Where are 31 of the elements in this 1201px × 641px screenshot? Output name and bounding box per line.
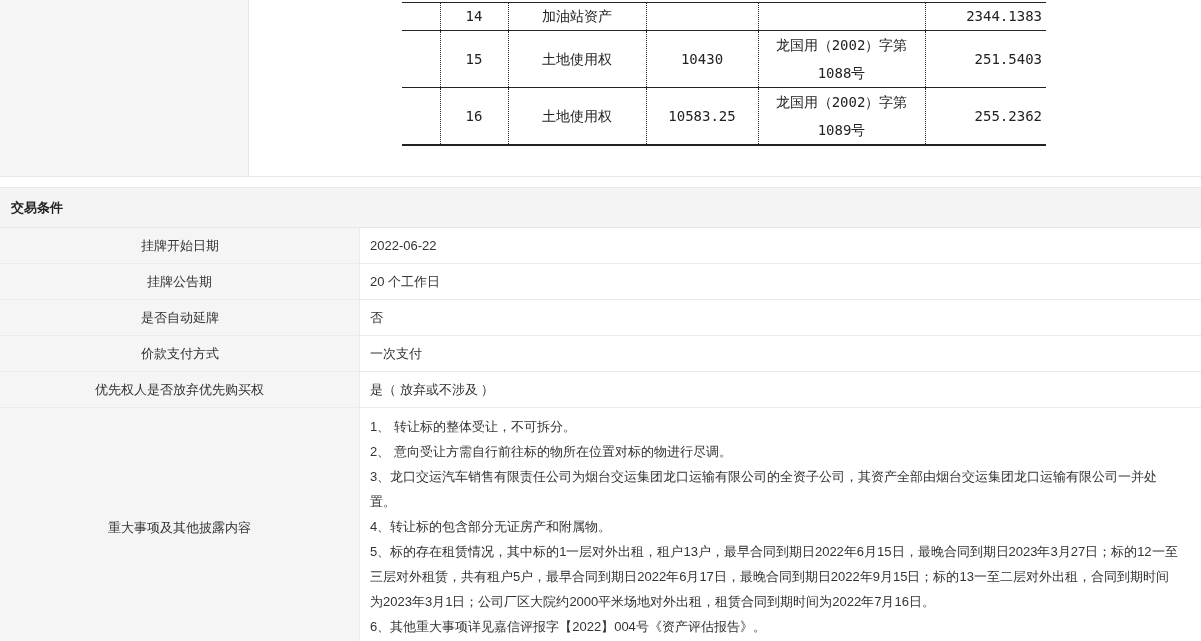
table-cell: 255.2362 bbox=[925, 87, 1046, 145]
table-cell: 土地使用权 bbox=[508, 30, 646, 88]
table-cell: 10430 bbox=[646, 30, 758, 88]
label-cell: 重大事项及其他披露内容 bbox=[0, 408, 360, 641]
table-cell: 加油站资产 bbox=[508, 2, 646, 31]
table-cell: 土地使用权 bbox=[508, 87, 646, 145]
value-cell-text: 20 个工作日 bbox=[369, 272, 442, 291]
disclosure-paragraph: 2、 意向受让方需自行前往标的物所在位置对标的物进行尽调。 bbox=[370, 443, 733, 461]
disclosure-paragraph: 6、其他重大事项详见嘉信评报字【2022】004号《资产评估报告》。 bbox=[370, 618, 767, 636]
value-cell-text: 一次支付 bbox=[369, 344, 423, 363]
table-cell: 251.5403 bbox=[925, 30, 1046, 88]
disclosure-paragraph: 3、龙口交运汽车销售有限责任公司为烟台交运集团龙口运输有限公司的全资子公司，其资产全部由烟台交运集团龙口运输有限公司一并处置。 bbox=[370, 468, 1159, 511]
disclosure-paragraph: 5、标的存在租赁情况，其中标的1一层对外出租，租户13户，最早合同到期日2022年6月15日，最晚合同到期日2023年3月27日；标的12一至三层对外租赁，共有租户5户，最早合同到期日2022年6月17日，最晚合同到期日2022年9月15日；标的13一至二层对外出租，合同到期时间为2023年3月1日；公司厂区大院约2000平米场地对外出租，租赁合同到期时间为2022年7月16日。 bbox=[370, 543, 1179, 611]
table-cell: 2344.1383 bbox=[925, 2, 1046, 31]
disclosure-paragraph: 4、转让标的包含部分无证房产和附属物。 bbox=[370, 518, 613, 536]
table-cell: 16 bbox=[440, 87, 508, 145]
label-cell: 挂牌公告期 bbox=[0, 264, 360, 299]
label-cell: 挂牌开始日期 bbox=[0, 228, 360, 263]
table-cell: 14 bbox=[440, 2, 508, 31]
section-title: 交易条件 bbox=[11, 198, 63, 217]
table-cell: 龙国用（2002）字第1088号 bbox=[758, 30, 925, 88]
value-cell-text: 是（ 放弃或不涉及 ） bbox=[369, 380, 496, 399]
disclosure-paragraph: 1、 转让标的整体受让，不可拆分。 bbox=[370, 418, 577, 436]
value-cell-text: 2022-06-22 bbox=[369, 236, 438, 255]
label-cell: 是否自动延牌 bbox=[0, 300, 360, 335]
label-cell: 价款支付方式 bbox=[0, 336, 360, 371]
table-cell: 10583.25 bbox=[646, 87, 758, 145]
table-cell: 15 bbox=[440, 30, 508, 88]
label-cell: 优先权人是否放弃优先购买权 bbox=[0, 372, 360, 407]
value-cell-text: 否 bbox=[369, 308, 384, 327]
table-cell: 龙国用（2002）字第1089号 bbox=[758, 87, 925, 145]
